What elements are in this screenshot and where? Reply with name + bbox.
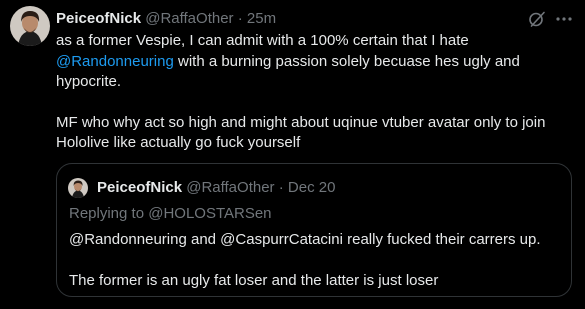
timestamp[interactable]: 25m <box>247 10 276 27</box>
separator-dot: · <box>237 10 243 27</box>
tweet[interactable]: PeiceofNick @RaffaOther · 25m as a forme… <box>0 0 585 309</box>
tweet-header: PeiceofNick @RaffaOther · 25m <box>56 9 276 29</box>
author-handle[interactable]: @RaffaOther <box>145 10 233 27</box>
avatar-image <box>68 178 88 198</box>
tweet-paragraph: as a former Vespie, I can admit with a 1… <box>56 31 566 93</box>
tweet-text-segment: as a former Vespie, I can admit with a 1… <box>56 32 469 49</box>
quoted-tweet[interactable]: PeiceofNick @RaffaOther · Dec 20 Replyin… <box>56 163 572 297</box>
user-avatar[interactable] <box>10 6 50 46</box>
quoted-timestamp: Dec 20 <box>287 179 336 196</box>
quoted-user-avatar <box>68 178 88 198</box>
quoted-paragraph: @Randonneuring and @CaspurrCatacini real… <box>69 231 541 248</box>
grok-icon[interactable] <box>528 10 546 28</box>
avatar-image <box>10 6 50 46</box>
tweet-text: as a former Vespie, I can admit with a 1… <box>56 31 566 154</box>
quoted-paragraph: The former is an ugly fat loser and the … <box>69 271 439 289</box>
quoted-author-name: PeiceofNick <box>97 179 183 196</box>
quoted-author-handle: @RaffaOther <box>186 179 275 196</box>
tweet-paragraph: MF who why act so high and might about u… <box>56 113 546 152</box>
more-options-icon[interactable] <box>556 17 572 21</box>
quoted-tweet-text: @Randonneuring and @CaspurrCatacini real… <box>69 230 561 291</box>
author-name[interactable]: PeiceofNick <box>56 10 141 27</box>
mention-link[interactable]: @Randonneuring <box>56 53 174 70</box>
separator-dot: · <box>278 179 284 196</box>
quoted-tweet-header: PeiceofNick @RaffaOther · Dec 20 <box>97 178 335 198</box>
replying-to-label: Replying to @HOLOSTARSen <box>69 205 272 222</box>
